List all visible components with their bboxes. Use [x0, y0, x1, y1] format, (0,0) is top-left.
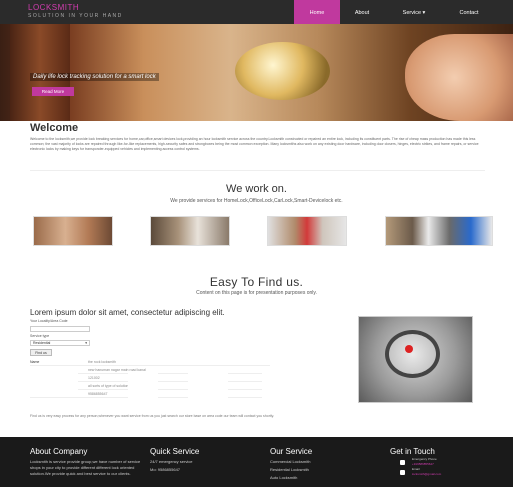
blank-area [188, 372, 228, 405]
footer-about-text: Locksmith is service provide group,we ha… [30, 459, 141, 476]
map-pin-icon [405, 345, 413, 353]
menu-contact[interactable]: Contact [444, 0, 494, 24]
footer-touch-title: Get in Touch [390, 447, 435, 456]
table-value: the rock locksmith [88, 360, 117, 364]
magnifier-lens-icon [385, 330, 440, 378]
chevron-down-icon: ▾ [85, 341, 87, 345]
find-subtitle: Content on this page is for presentation… [196, 290, 317, 296]
find-note: Find us is very easy process for any per… [30, 414, 275, 418]
area-code-input[interactable] [30, 326, 90, 332]
footer-quick-2: Mo: 9586855647 [150, 467, 181, 472]
service-image-3[interactable] [267, 216, 347, 246]
footer-phone[interactable]: +919586855647 [412, 462, 434, 466]
blank-area [262, 372, 292, 405]
table-row: Name the rock locksmith [30, 358, 270, 366]
table-value: 9586855647 [88, 392, 108, 396]
service-image-4[interactable] [385, 216, 493, 246]
footer-quick-title: Quick Service [150, 447, 200, 456]
menu-home[interactable]: Home [294, 0, 340, 24]
service-image-2[interactable] [150, 216, 230, 246]
lock-image [235, 42, 330, 100]
footer-phone-label: Emergency Phone [412, 457, 437, 461]
email-icon [400, 470, 405, 475]
menu-about[interactable]: About [340, 0, 384, 24]
footer-service-2[interactable]: Residential Locksmith [270, 467, 309, 473]
site-tagline: SOLUTION IN YOUR HAND [28, 13, 123, 19]
work-subtitle: We provide services for HomeLock,OfficeL… [170, 198, 343, 204]
phone-icon [400, 460, 405, 465]
footer-service-1[interactable]: Commercial Locksmith [270, 459, 310, 465]
hand-image [405, 34, 513, 121]
find-us-button[interactable]: Find us [30, 349, 52, 356]
service-image-1[interactable] [33, 216, 113, 246]
footer-email-label: Email [412, 467, 420, 471]
table-key: Name [30, 360, 40, 364]
welcome-title: Welcome [30, 122, 79, 134]
table-value: 121002 [88, 376, 100, 380]
footer-service-3[interactable]: Auto Locksmith [270, 475, 297, 481]
blank-area [0, 366, 78, 396]
blank-area [128, 372, 158, 405]
service-type-value: Residential [33, 341, 51, 345]
read-more-button[interactable]: Read More [32, 87, 74, 96]
welcome-text: Welcome to the locksmith,we provide lock… [30, 137, 479, 151]
footer-about-title: About Company [30, 447, 88, 456]
find-title: Easy To Find us. [209, 275, 304, 289]
divider [30, 170, 485, 171]
area-code-label: Your Locality/Area Code [30, 319, 68, 323]
service-type-select[interactable]: Residential ▾ [30, 340, 90, 346]
footer-email[interactable]: locksmith@gmail.com [412, 472, 441, 476]
find-heading: Lorem ipsum dolor sit amet, consectetur … [30, 308, 225, 317]
service-type-label: Service type [30, 334, 50, 338]
footer-quick-1: 24/7 emergency service [150, 459, 193, 464]
site-logo[interactable]: LOCKSMITH [28, 3, 79, 12]
footer-service-title: Our Service [270, 447, 313, 456]
work-title: We work on. [226, 183, 287, 195]
hero-caption: Daily life lock tracking solution for a … [30, 73, 159, 81]
navbar: LOCKSMITH SOLUTION IN YOUR HAND Home Abo… [0, 0, 513, 24]
menu-service[interactable]: Service ▾ [384, 0, 444, 24]
